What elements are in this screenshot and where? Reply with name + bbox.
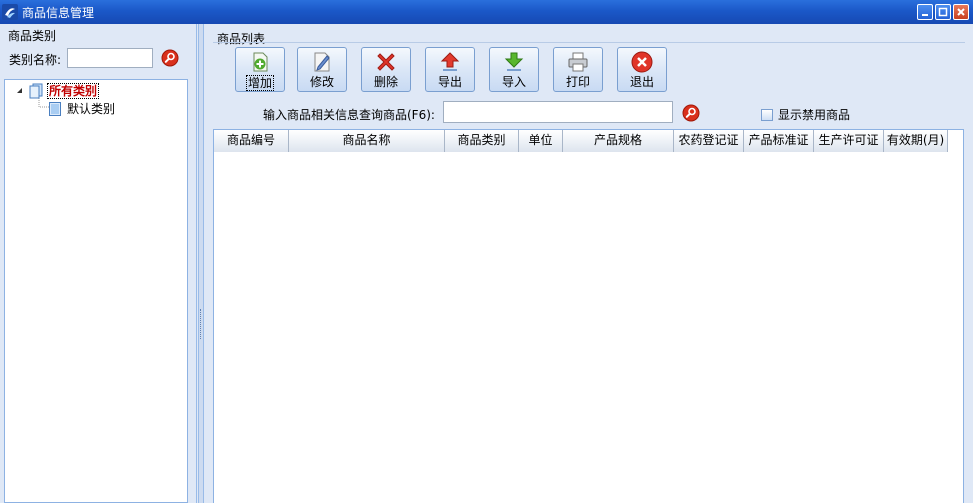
category-name-label: 类别名称:	[9, 53, 62, 67]
tree-node-default-label: 默认类别	[67, 102, 116, 116]
title-bar: 商品信息管理	[0, 0, 973, 24]
column-header-validity[interactable]: 有效期(月)	[884, 130, 948, 152]
product-search-input[interactable]	[443, 101, 673, 123]
exit-button[interactable]: 退出	[617, 47, 667, 92]
collapse-triangle-icon[interactable]	[15, 86, 25, 96]
column-header-name[interactable]: 商品名称	[289, 130, 445, 152]
close-icon	[957, 8, 965, 16]
column-header-code[interactable]: 商品编号	[214, 130, 289, 152]
add-button-label: 增加	[245, 75, 274, 91]
import-button[interactable]: 导入	[489, 47, 539, 92]
show-disabled-checkbox[interactable]	[761, 108, 773, 121]
tree-node-all[interactable]: 所有类别	[15, 83, 100, 99]
product-search-icon[interactable]	[682, 104, 700, 122]
column-header-spec[interactable]: 产品规格	[563, 130, 674, 152]
column-header-pesticide-reg[interactable]: 农药登记证	[674, 130, 744, 152]
edit-button[interactable]: 修改	[297, 47, 347, 92]
category-panel-header: 商品类别	[8, 29, 57, 43]
grid-header: 商品编号 商品名称 商品类别 单位 产品规格 农药登记证 产品标准证 生产许可证…	[214, 130, 948, 152]
app-icon	[2, 4, 18, 20]
minimize-icon	[922, 14, 928, 16]
product-list-panel: 商品列表 增加 修改 删除 导出 导入 打印 退出 输入商品相关信息查询商品(F…	[205, 24, 973, 503]
exit-button-label: 退出	[629, 75, 654, 89]
delete-x-icon	[377, 53, 395, 71]
print-button-label: 打印	[565, 75, 590, 89]
tree-node-default[interactable]: 默认类别	[49, 100, 115, 117]
printer-icon	[568, 52, 588, 72]
column-header-unit[interactable]: 单位	[519, 130, 563, 152]
add-button[interactable]: 增加	[235, 47, 285, 92]
column-header-standard-cert[interactable]: 产品标准证	[744, 130, 814, 152]
category-leaf-icon	[49, 101, 61, 116]
import-arrow-down-icon	[504, 52, 524, 71]
folder-stack-icon	[29, 83, 43, 99]
window-title: 商品信息管理	[22, 5, 95, 20]
export-button-label: 导出	[437, 75, 462, 89]
column-header-production-license[interactable]: 生产许可证	[814, 130, 884, 152]
import-button-label: 导入	[501, 75, 526, 89]
maximize-button[interactable]	[935, 4, 951, 20]
export-button[interactable]: 导出	[425, 47, 475, 92]
category-panel: 商品类别 类别名称: 所有类别 默认类别	[0, 24, 197, 503]
delete-button[interactable]: 删除	[361, 47, 411, 92]
edit-button-label: 修改	[309, 75, 334, 89]
maximize-icon	[938, 7, 948, 17]
add-document-icon	[253, 52, 268, 72]
exit-icon	[631, 51, 653, 73]
edit-icon	[314, 52, 330, 72]
print-button[interactable]: 打印	[553, 47, 603, 92]
query-label: 输入商品相关信息查询商品(F6):	[263, 108, 435, 122]
splitter-grip-icon	[200, 309, 202, 339]
tree-node-all-label: 所有类别	[47, 83, 100, 99]
product-grid: 商品编号 商品名称 商品类别 单位 产品规格 农药登记证 产品标准证 生产许可证…	[213, 129, 964, 503]
category-tree: 所有类别 默认类别	[4, 79, 188, 503]
show-disabled-toggle[interactable]: 显示禁用商品	[761, 106, 850, 123]
category-name-input[interactable]	[67, 48, 153, 68]
export-arrow-up-icon	[440, 52, 460, 71]
delete-button-label: 删除	[373, 75, 398, 89]
column-header-category[interactable]: 商品类别	[445, 130, 519, 152]
minimize-button[interactable]	[917, 4, 933, 20]
window-controls	[917, 4, 969, 20]
panel-splitter[interactable]	[198, 24, 204, 503]
category-search-icon[interactable]	[161, 49, 179, 67]
close-button[interactable]	[953, 4, 969, 20]
show-disabled-label: 显示禁用商品	[778, 108, 851, 122]
